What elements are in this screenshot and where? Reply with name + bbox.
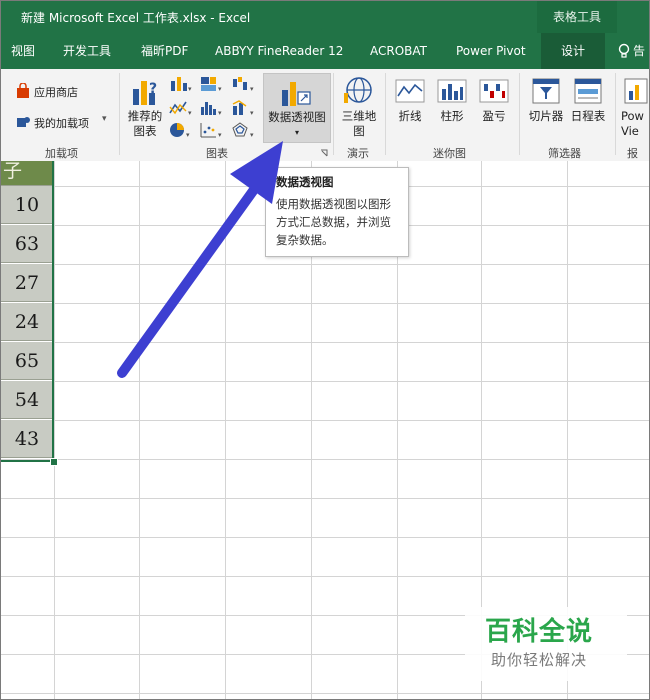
watermark-sub-text: 助你轻松解决 <box>491 651 588 669</box>
annotation-arrow <box>117 141 283 378</box>
excel-window: 新建 Microsoft Excel 工作表.xlsx - Excel 表格工具… <box>0 0 650 700</box>
watermark-logo: 百科全说 助你轻松解决 <box>465 607 627 681</box>
watermark-main-text: 百科全说 <box>485 617 594 647</box>
